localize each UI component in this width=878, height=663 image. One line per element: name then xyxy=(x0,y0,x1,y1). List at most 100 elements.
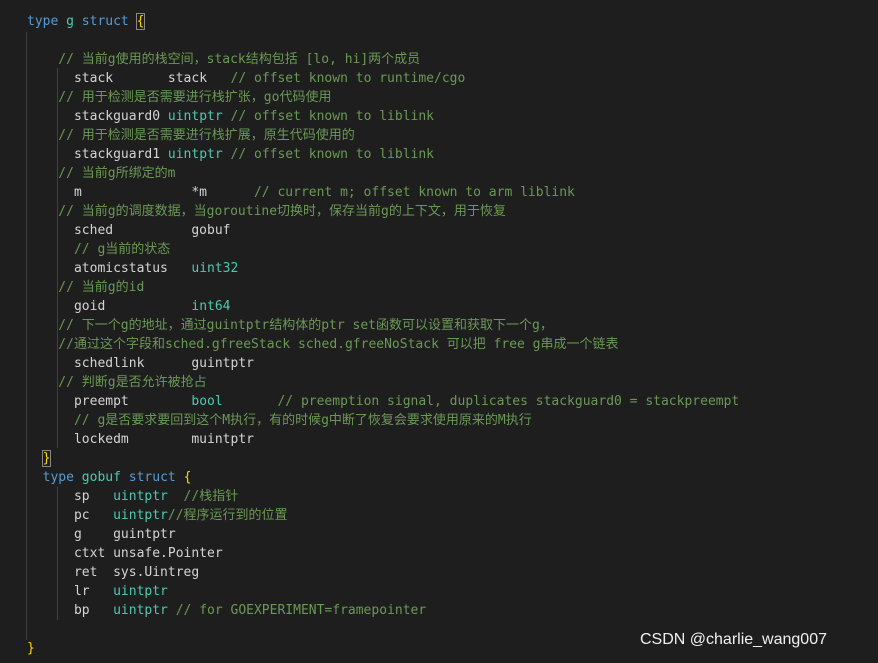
code-line[interactable]: // 用于检测是否需要进行栈扩展，原生代码使用的 xyxy=(27,126,739,145)
code-line[interactable]: // 用于检测是否需要进行栈扩张，go代码使用 xyxy=(27,88,739,107)
code-token: stack xyxy=(27,71,168,86)
code-token: g guintptr xyxy=(27,527,176,542)
type-token: uintptr xyxy=(167,147,223,162)
code-line[interactable]: type g struct { xyxy=(27,12,739,31)
code-token: atomicstatus xyxy=(27,261,192,276)
code-token: ret sys.Uintreg xyxy=(27,565,200,580)
code-line[interactable]: preempt bool // preemption signal, dupli… xyxy=(27,392,739,411)
code-line[interactable]: stack stack // offset known to runtime/c… xyxy=(27,69,739,88)
code-line[interactable] xyxy=(27,620,739,639)
comment-token: //栈指针 xyxy=(167,489,239,504)
code-token: goid xyxy=(27,299,192,314)
comment-token: // 当前g的调度数据，当goroutine切换时，保存当前g的上下文，用于恢复 xyxy=(27,204,506,219)
code-token: sched gobuf xyxy=(27,223,231,238)
code-token: pc xyxy=(27,508,114,523)
comment-token: //通过这个字段和sched.gfreeStack sched.gfreeNoS… xyxy=(27,337,619,352)
code-line[interactable]: g guintptr xyxy=(27,525,739,544)
code-token: preempt xyxy=(27,394,192,409)
bracket-token: { xyxy=(135,13,146,30)
code-token: bp xyxy=(27,603,114,618)
type-token: uintptr xyxy=(113,489,168,504)
comment-token: // offset known to runtime/cgo xyxy=(207,71,466,86)
code-line[interactable]: } xyxy=(27,449,739,468)
watermark: CSDN @charlie_wang007 xyxy=(640,631,827,648)
code-token: lockedm muintptr xyxy=(27,432,254,447)
comment-token: // offset known to liblink xyxy=(222,147,435,162)
type-token: gobuf xyxy=(81,470,121,485)
code-token: schedlink guintptr xyxy=(27,356,254,371)
comment-token: // preemption signal, duplicates stackgu… xyxy=(222,394,740,409)
code-line[interactable]: stackguard0 uintptr // offset known to l… xyxy=(27,107,739,126)
code-line[interactable]: } xyxy=(27,639,739,658)
comment-token: // 当前g的id xyxy=(27,280,145,295)
code-line[interactable]: // 当前g的调度数据，当goroutine切换时，保存当前g的上下文，用于恢复 xyxy=(27,202,739,221)
code-line[interactable]: m *m // current m; offset known to arm l… xyxy=(27,183,739,202)
type-token: uintptr xyxy=(167,109,223,124)
code-line[interactable]: // 判断g是否允许被抢占 xyxy=(27,373,739,392)
type-token: uintptr xyxy=(113,603,168,618)
code-line[interactable]: // g当前的状态 xyxy=(27,240,739,259)
comment-token: // 用于检测是否需要进行栈扩展，原生代码使用的 xyxy=(27,128,355,143)
code-line[interactable]: type gobuf struct { xyxy=(27,468,739,487)
comment-token: // g当前的状态 xyxy=(27,242,171,257)
bracket-token: } xyxy=(27,641,35,656)
code-line[interactable]: ctxt unsafe.Pointer xyxy=(27,544,739,563)
code-line[interactable]: lockedm muintptr xyxy=(27,430,739,449)
keyword-token: type xyxy=(27,14,59,29)
comment-token: //程序运行到的位置 xyxy=(167,508,288,523)
code-token: stackguard1 xyxy=(27,147,168,162)
code-line[interactable]: // 当前g使用的栈空间，stack结构包括 [lo, hi]两个成员 xyxy=(27,50,739,69)
bracket-token: } xyxy=(41,450,52,467)
comment-token: // g是否要求要回到这个M执行，有的时候g中断了恢复会要求使用原来的M执行 xyxy=(27,413,532,428)
code-token: sp xyxy=(27,489,114,504)
code-line[interactable]: // 下一个g的地址，通过guintptr结构体的ptr set函数可以设置和获… xyxy=(27,316,739,335)
comment-token: // 当前g使用的栈空间，stack结构包括 [lo, hi]两个成员 xyxy=(27,52,421,67)
code-line[interactable]: // 当前g的id xyxy=(27,278,739,297)
code-editor[interactable]: type g struct { // 当前g使用的栈空间，stack结构包括 [… xyxy=(27,12,739,658)
keyword-token: type xyxy=(42,470,74,485)
comment-token: // offset known to liblink xyxy=(222,109,435,124)
code-line[interactable]: // g是否要求要回到这个M执行，有的时候g中断了恢复会要求使用原来的M执行 xyxy=(27,411,739,430)
code-line[interactable]: schedlink guintptr xyxy=(27,354,739,373)
code-line[interactable]: ret sys.Uintreg xyxy=(27,563,739,582)
type-token: uint32 xyxy=(191,261,239,276)
code-line[interactable]: // 当前g所绑定的m xyxy=(27,164,739,183)
type-token: g xyxy=(66,14,74,29)
keyword-token: struct xyxy=(128,470,176,485)
code-line[interactable]: //通过这个字段和sched.gfreeStack sched.gfreeNoS… xyxy=(27,335,739,354)
code-line[interactable] xyxy=(27,31,739,50)
type-token: bool xyxy=(191,394,223,409)
type-token: uintptr xyxy=(113,508,168,523)
comment-token: // 用于检测是否需要进行栈扩张，go代码使用 xyxy=(27,90,332,105)
keyword-token: struct xyxy=(81,14,129,29)
code-token: stackguard0 xyxy=(27,109,168,124)
code-token: m *m xyxy=(27,185,254,200)
code-line[interactable]: sched gobuf xyxy=(27,221,739,240)
type-token: int64 xyxy=(191,299,231,314)
code-line[interactable]: stackguard1 uintptr // offset known to l… xyxy=(27,145,739,164)
comment-token: // 当前g所绑定的m xyxy=(27,166,176,181)
code-line[interactable]: sp uintptr //栈指针 xyxy=(27,487,739,506)
code-token: ctxt unsafe.Pointer xyxy=(27,546,223,561)
comment-token: // 下一个g的地址，通过guintptr结构体的ptr set函数可以设置和获… xyxy=(27,318,553,333)
code-line[interactable]: goid int64 xyxy=(27,297,739,316)
code-token: lr xyxy=(27,584,114,599)
code-line[interactable]: atomicstatus uint32 xyxy=(27,259,739,278)
code-line[interactable]: pc uintptr//程序运行到的位置 xyxy=(27,506,739,525)
bracket-token: { xyxy=(183,470,192,485)
code-line[interactable]: bp uintptr // for GOEXPERIMENT=framepoin… xyxy=(27,601,739,620)
code-token: stack xyxy=(167,71,208,86)
comment-token: // 判断g是否允许被抢占 xyxy=(27,375,207,390)
type-token: uintptr xyxy=(113,584,168,599)
comment-token: // current m; offset known to arm liblin… xyxy=(253,185,575,200)
comment-token: // for GOEXPERIMENT=framepointer xyxy=(167,603,427,618)
code-line[interactable]: lr uintptr xyxy=(27,582,739,601)
